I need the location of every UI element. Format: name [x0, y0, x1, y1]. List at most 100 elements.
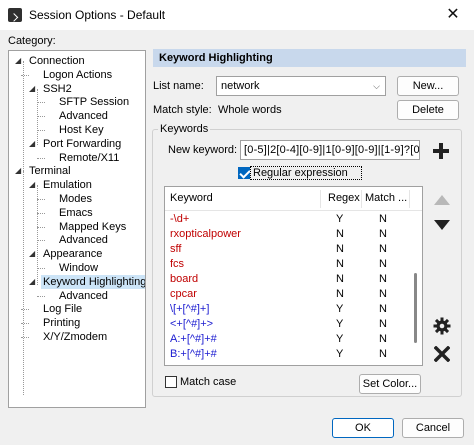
tree-item-label: Advanced [59, 234, 108, 247]
tree-item[interactable]: Logon Actions [9, 68, 145, 82]
tree-item-label: Log File [43, 303, 83, 316]
match-case-checkbox[interactable] [165, 376, 177, 388]
tree-expand-icon[interactable]: ◢ [29, 137, 41, 151]
tree-item[interactable]: ◢ Terminal [9, 164, 145, 178]
keyword-row[interactable]: cpcar N N [165, 287, 410, 302]
plus-icon [433, 143, 449, 159]
tree-item[interactable]: ◢ Keyword Highlighting [9, 274, 145, 289]
set-color-button[interactable]: Set Color... [359, 374, 421, 394]
tree-item-label: SSH2 [43, 82, 72, 95]
tree-connector-line [37, 102, 45, 104]
tree-connector-line [21, 337, 29, 338]
tree-expand-icon[interactable]: ◢ [29, 178, 41, 192]
tree-item[interactable]: ◢ Connection [9, 54, 145, 68]
tree-item-label: Emacs [59, 206, 93, 219]
tree-item[interactable]: X/Y/Zmodem [9, 330, 145, 344]
new-keyword-input[interactable]: [0-5]|2[0-4][0-9]|1[0-9][0-9]|[1-9]?[0-9… [240, 140, 420, 160]
tree-item[interactable]: ◢ SSH2 [9, 82, 145, 96]
column-separator[interactable] [409, 190, 410, 208]
chevron-down-icon: ⌵ [373, 81, 380, 91]
keyword-cell: B:+[^#]+# [170, 348, 217, 360]
column-separator[interactable] [361, 190, 362, 208]
tree-item-label: Port Forwarding [43, 137, 122, 150]
tree-connector-line [37, 212, 45, 214]
tree-item[interactable]: ◢ Port Forwarding [9, 137, 145, 151]
list-name-label: List name: [153, 80, 204, 92]
close-icon[interactable]: ✕ [440, 4, 466, 26]
match-style-value: Whole words [218, 104, 282, 116]
tree-item-label: Modes [59, 193, 93, 205]
regex-cell: Y [336, 333, 344, 345]
column-keyword[interactable]: Keyword [170, 192, 213, 204]
tree-item-label: Emulation [43, 179, 92, 192]
tree-item[interactable]: Advanced [9, 109, 145, 123]
keyword-list[interactable]: Keyword Regex Match ... -\d+ Y Nrxopticalp… [164, 186, 423, 366]
tree-connector-line [37, 226, 45, 228]
category-tree[interactable]: ◢ Connection Logon Actions ◢ SSH2 SFTP Sessio… [8, 50, 146, 408]
tree-item[interactable]: Printing [9, 316, 145, 330]
settings-button[interactable] [432, 316, 452, 336]
new-list-button[interactable]: New... [397, 76, 459, 96]
keyword-row[interactable]: <+[^#]+> Y N [165, 317, 410, 332]
tree-item-label: Connection [29, 55, 85, 67]
column-regex[interactable]: Regex [328, 192, 360, 204]
tree-expand-icon[interactable]: ◢ [29, 82, 41, 96]
regex-label[interactable]: Regular expression [253, 167, 348, 179]
list-header: Keyword Regex Match ... [165, 187, 422, 211]
tree-item[interactable]: SFTP Session [9, 95, 145, 109]
keyword-cell: sff [170, 243, 182, 255]
match-cell: N [379, 348, 387, 360]
move-up-button[interactable] [432, 190, 452, 210]
tree-item[interactable]: Window [9, 261, 145, 275]
category-label: Category: [8, 35, 56, 47]
tree-expand-icon[interactable]: ◢ [29, 275, 41, 289]
tree-item[interactable]: Modes [9, 192, 145, 206]
keyword-row[interactable]: board N N [165, 272, 410, 287]
gear-icon [433, 317, 451, 335]
tree-item-label: Host Key [59, 124, 104, 136]
tree-expand-icon[interactable]: ◢ [15, 164, 27, 178]
tree-item[interactable]: Advanced [9, 233, 145, 247]
tree-item[interactable]: Host Key [9, 123, 145, 137]
keyword-cell: fcs [170, 258, 185, 270]
keyword-cell: -\d+ [170, 213, 190, 225]
tree-item[interactable]: Log File [9, 302, 145, 316]
tree-item[interactable]: Mapped Keys [9, 220, 145, 234]
column-separator[interactable] [320, 190, 321, 208]
ok-button[interactable]: OK [332, 418, 394, 438]
panel-title: Keyword Highlighting [153, 49, 466, 67]
regex-cell: N [336, 258, 344, 270]
keyword-row[interactable]: A:+[^#]+# Y N [165, 332, 410, 347]
match-cell: N [379, 288, 387, 300]
cancel-button[interactable]: Cancel [402, 418, 464, 438]
tree-connector-line [21, 323, 29, 325]
regex-cell: Y [336, 213, 344, 225]
triangle-up-icon [434, 195, 450, 205]
tree-expand-icon[interactable]: ◢ [15, 54, 27, 68]
match-case-label[interactable]: Match case [180, 376, 236, 388]
keyword-row[interactable]: sff N N [165, 242, 410, 257]
tree-item[interactable]: Advanced [9, 289, 145, 303]
tree-expand-icon[interactable]: ◢ [29, 247, 41, 261]
list-scrollbar[interactable] [414, 273, 417, 343]
keyword-row[interactable]: \[+[^#]+] Y N [165, 302, 410, 317]
tree-item[interactable]: ◢ Appearance [9, 247, 145, 261]
move-down-button[interactable] [432, 215, 452, 235]
list-name-select[interactable]: network ⌵ [216, 76, 386, 96]
keyword-cell: \[+[^#]+] [170, 303, 210, 315]
keyword-row[interactable]: -\d+ Y N [165, 212, 410, 227]
delete-list-button[interactable]: Delete [397, 100, 459, 120]
keyword-row[interactable]: rxopticalpower N N [165, 227, 410, 242]
tree-item[interactable]: Emacs [9, 206, 145, 220]
keyword-cell: cpcar [170, 288, 197, 300]
triangle-down-icon [434, 220, 450, 230]
keyword-cell: rxopticalpower [170, 228, 241, 240]
keyword-row[interactable]: B:+[^#]+# Y N [165, 347, 410, 362]
column-match[interactable]: Match ... [365, 192, 407, 204]
tree-item[interactable]: Remote/X11 [9, 151, 145, 165]
delete-keyword-button[interactable] [432, 344, 452, 364]
add-keyword-button[interactable] [430, 140, 452, 162]
regex-checkbox[interactable] [238, 167, 250, 179]
keyword-row[interactable]: fcs N N [165, 257, 410, 272]
tree-item[interactable]: ◢ Emulation [9, 178, 145, 192]
